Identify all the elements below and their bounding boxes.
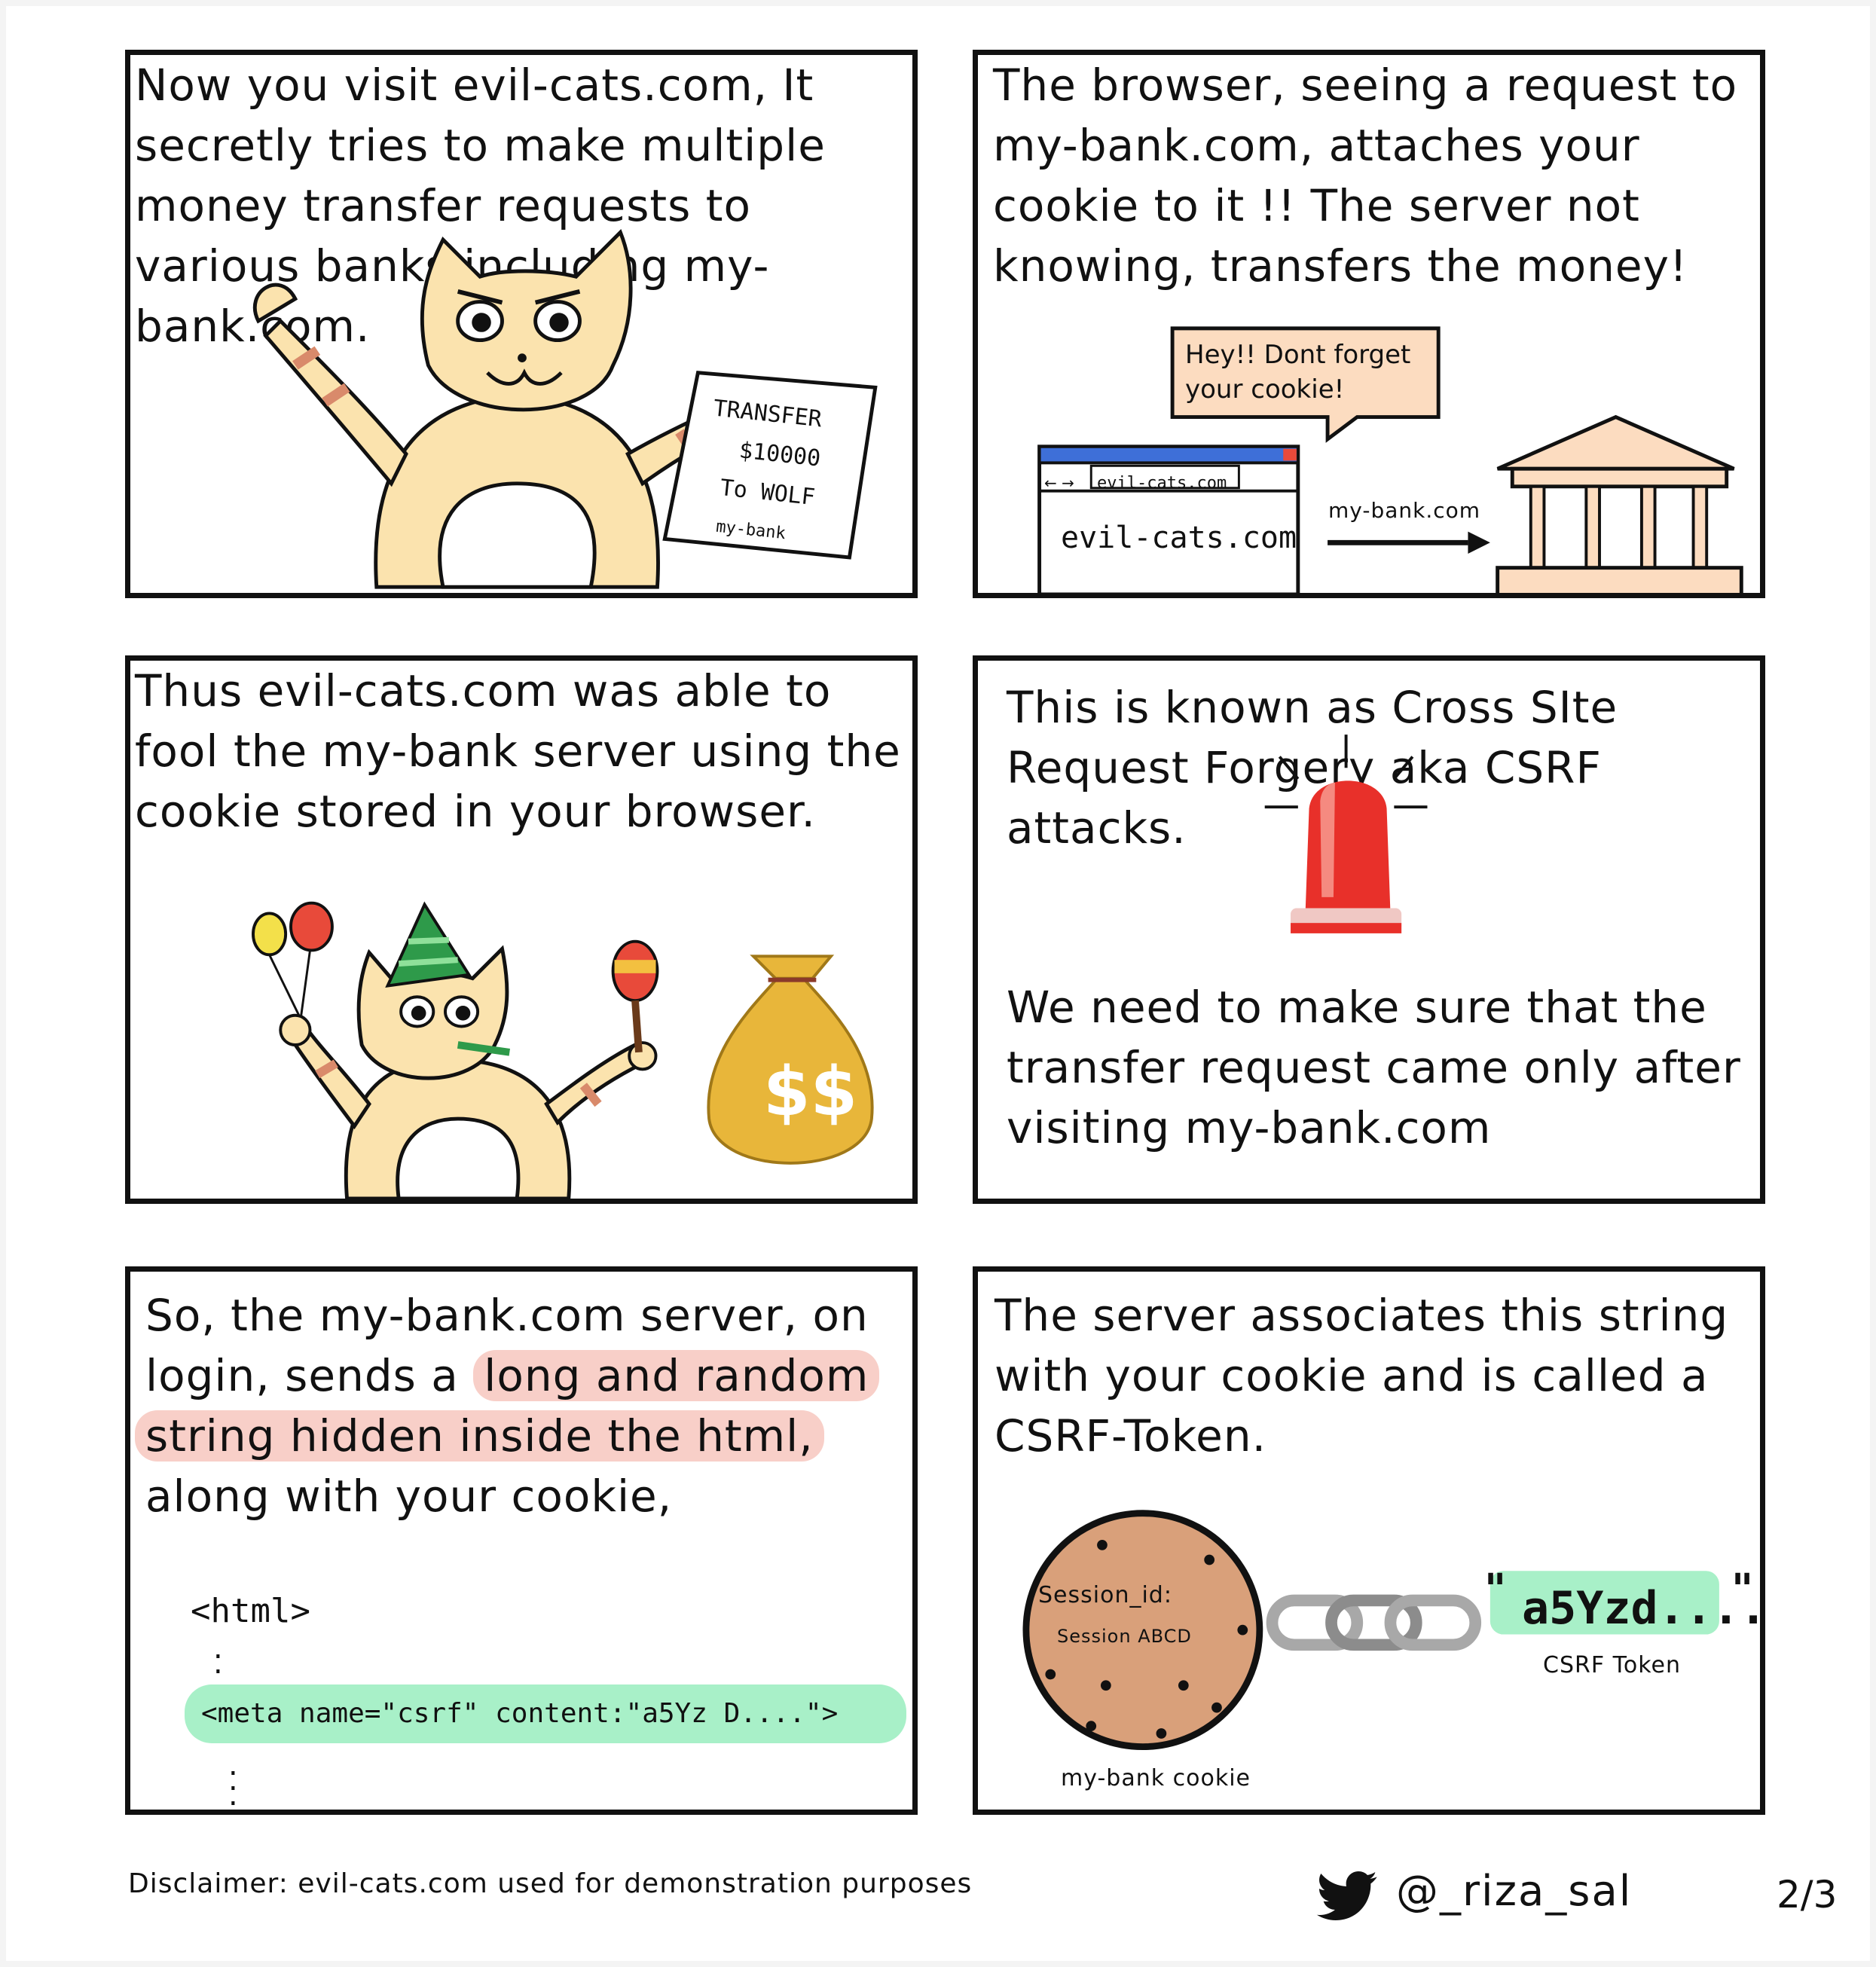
browser-nav-icons: ← →	[1044, 474, 1074, 492]
cookie-line-2: Session ABCD	[1057, 1626, 1192, 1647]
token-text: a5Yzd....	[1522, 1582, 1765, 1635]
twitter-handle[interactable]: @_riza_sal	[1396, 1867, 1632, 1916]
code-ellipsis-2: ...	[228, 1748, 238, 1813]
p5-line-4: along with your cookie,	[145, 1471, 673, 1522]
speech-bubble: Hey!! Dont forget your cookie!	[1185, 338, 1441, 407]
money-bag-symbol: $$	[763, 1052, 858, 1132]
token-close-quote: "	[1731, 1565, 1754, 1614]
code-ellipsis-1: ...	[213, 1631, 223, 1696]
browser-url: evil-cats.com	[1097, 474, 1227, 493]
panel-4-text-bottom: We need to make sure that the transfer r…	[1007, 982, 1741, 1153]
speech-line-1: Hey!! Dont forget	[1185, 340, 1411, 370]
panel-3: Thus evil-cats.com was able to fool the …	[125, 655, 918, 1204]
panel-2: The browser, seeing a request to my-bank…	[973, 50, 1765, 598]
token-open-quote: "	[1484, 1565, 1507, 1614]
code-open-tag: <html>	[191, 1592, 310, 1630]
arrow-label: my-bank.com	[1328, 498, 1481, 523]
panel-5-text: So, the my-bank.com server, on login, se…	[135, 1285, 906, 1526]
p5-highlight-2: string hidden inside the html,	[135, 1410, 824, 1462]
cookie-chain-illustration	[1022, 1510, 1719, 1751]
p5-highlight-1: long and random	[473, 1350, 880, 1401]
transfer-note: TRANSFER $10000 To WOLF my-bank	[699, 389, 888, 564]
panel-1: Now you visit evil-cats.com, It secretly…	[125, 50, 918, 598]
cookie-line-1: Session_id:	[1038, 1582, 1172, 1608]
browser-page-text: evil-cats.com	[1061, 521, 1297, 555]
cookie-label: my-bank cookie	[1061, 1765, 1251, 1791]
p5-line-2-pre: login, sends a	[145, 1350, 474, 1401]
panel-4: This is known as Cross SIte Request Forg…	[973, 655, 1765, 1204]
disclaimer: Disclaimer: evil-cats.com used for demon…	[128, 1868, 973, 1899]
token-label: CSRF Token	[1543, 1652, 1681, 1678]
speech-line-2: your cookie!	[1185, 374, 1345, 405]
p5-line-1: So, the my-bank.com server, on	[145, 1290, 869, 1341]
p5-line-3: string hidden inside the html,	[135, 1406, 906, 1466]
twitter-icon[interactable]	[1313, 1865, 1383, 1926]
page-number: 2/3	[1777, 1873, 1838, 1917]
code-meta-tag: <meta name="csrf" content:"a5Yz D....">	[185, 1684, 906, 1743]
panel-6: The server associates this string with y…	[973, 1266, 1765, 1815]
comic-sheet: Now you visit evil-cats.com, It secretly…	[6, 6, 1870, 1961]
panel-5: So, the my-bank.com server, on login, se…	[125, 1266, 918, 1815]
p5-line-2: login, sends a long and random	[145, 1345, 906, 1406]
